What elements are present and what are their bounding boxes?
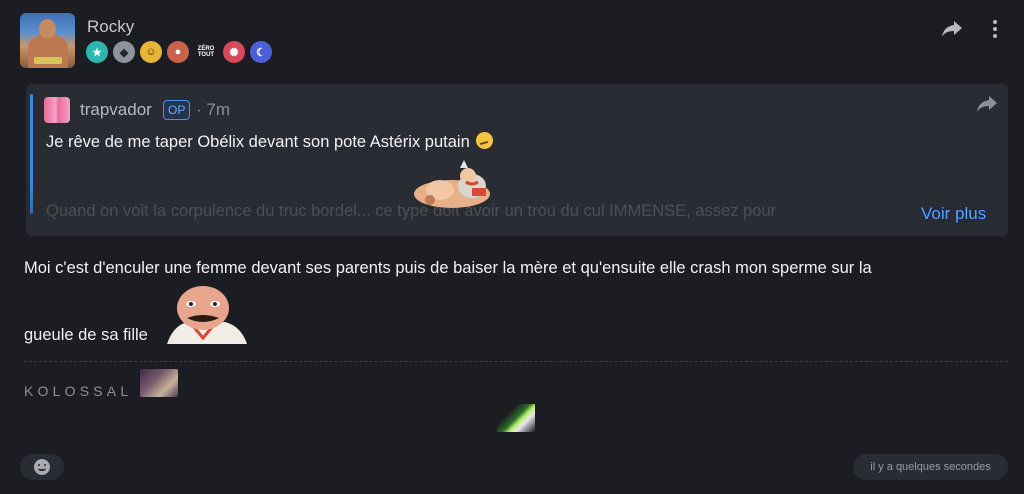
quote-bar — [30, 94, 33, 214]
silver-shield-icon: ◆ — [113, 41, 135, 63]
character-face-badge-icon: ● — [167, 41, 189, 63]
smiley-reaction-icon — [34, 459, 50, 475]
message-line-2: gueule de sa fille — [24, 326, 148, 344]
share-icon[interactable] — [941, 19, 963, 39]
grimace-face-sticker-icon — [167, 286, 247, 344]
quote-line-1-text: Je rêve de me taper Obélix devant son po… — [46, 133, 470, 151]
obelix-sticker-icon — [414, 160, 490, 208]
quoted-message: trapvador OP · 7m Je rêve de me taper Ob… — [26, 84, 1008, 236]
quote-author-avatar[interactable] — [44, 97, 70, 123]
quote-author[interactable]: trapvador — [80, 100, 152, 120]
author-badges: ★ ◆ ☺ ● ZÉRO TOUT ✺ ☾ — [86, 41, 272, 63]
zero-tout-label-bottom: TOUT — [197, 52, 215, 58]
author-username[interactable]: Rocky — [87, 17, 134, 37]
gold-smiley-badge-icon: ☺ — [140, 41, 162, 63]
see-more-link[interactable]: Voir plus — [921, 204, 986, 224]
quote-time: · 7m — [196, 100, 230, 119]
thinking-emoji-icon — [476, 132, 494, 149]
quote-line-1: Je rêve de me taper Obélix devant son po… — [46, 132, 494, 152]
more-options-icon[interactable] — [988, 18, 1002, 40]
signature-image-portrait — [140, 369, 178, 397]
add-reaction-button[interactable] — [20, 454, 64, 480]
signature-text: KOLOSSAL — [24, 383, 133, 399]
quote-share-icon[interactable] — [976, 94, 998, 114]
moderator-star-icon: ★ — [86, 41, 108, 63]
post-timestamp: il y a quelques secondes — [853, 454, 1008, 480]
pink-cake-badge-icon: ✺ — [223, 41, 245, 63]
message-line-1: Moi c'est d'enculer une femme devant ses… — [24, 259, 872, 277]
signature-image-glitch — [497, 404, 535, 432]
signature-divider — [24, 361, 1008, 362]
post-card: Rocky ★ ◆ ☺ ● ZÉRO TOUT ✺ ☾ trapvador OP… — [0, 0, 1024, 494]
author-avatar[interactable] — [20, 13, 75, 68]
op-badge: OP — [163, 100, 191, 120]
moon-orb-badge-icon: ☾ — [250, 41, 272, 63]
zero-tout-badge-icon: ZÉRO TOUT — [194, 41, 218, 63]
